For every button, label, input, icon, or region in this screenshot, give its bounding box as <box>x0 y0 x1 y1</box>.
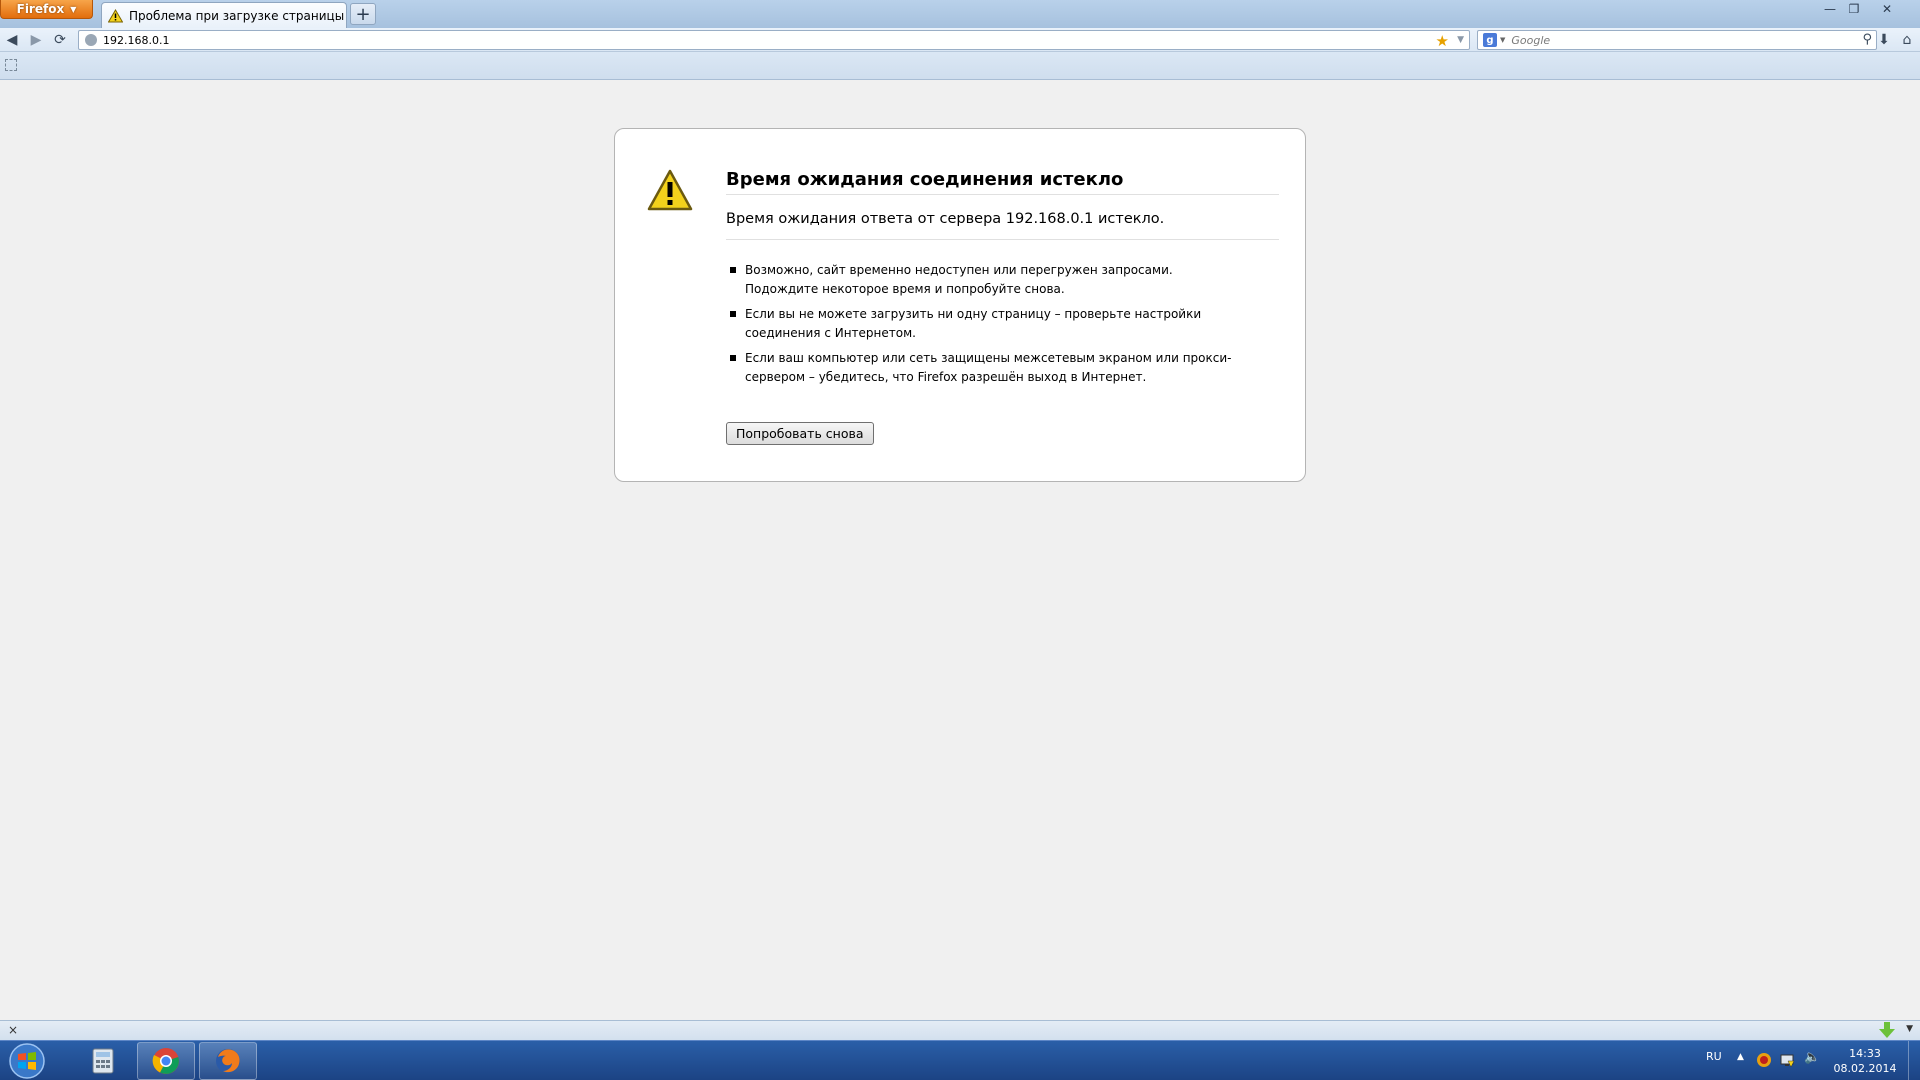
error-suggestions-list: Возможно, сайт временно недоступен или п… <box>726 261 1246 393</box>
new-tab-button[interactable]: + <box>350 3 376 25</box>
windows-start-icon[interactable] <box>7 1042 47 1080</box>
try-again-button[interactable]: Попробовать снова <box>726 422 874 445</box>
search-icon[interactable]: ⚲ <box>1862 32 1872 47</box>
volume-icon[interactable]: 🔈 <box>1804 1050 1820 1066</box>
reload-button[interactable]: ⟳ <box>50 30 70 50</box>
error-title: Время ожидания соединения истекло <box>726 169 1279 195</box>
bookmarks-toolbar <box>0 52 1920 80</box>
minimize-icon[interactable]: — <box>1818 0 1842 18</box>
google-engine-icon[interactable]: g <box>1483 33 1497 47</box>
taskbar-calculator[interactable] <box>80 1042 126 1080</box>
url-history-dropdown-icon[interactable]: ▼ <box>1457 35 1464 45</box>
error-container: Время ожидания соединения истекло Время … <box>614 128 1306 482</box>
restore-icon[interactable]: ❐ <box>1842 0 1866 18</box>
antivirus-tray-icon[interactable] <box>1756 1052 1772 1068</box>
clock-date: 08.02.2014 <box>1833 1062 1897 1075</box>
url-bar[interactable]: 192.168.0.1 ★ ▼ <box>78 30 1470 50</box>
taskbar: RU ▲ 🔈 14:33 08.02.2014 <box>0 1040 1920 1080</box>
network-icon[interactable] <box>1779 1052 1795 1068</box>
tab-current[interactable]: Проблема при загрузке страницы <box>101 2 347 28</box>
download-status-icon[interactable] <box>1878 1020 1896 1040</box>
suggestion-item: Возможно, сайт временно недоступен или п… <box>726 261 1246 299</box>
url-text: 192.168.0.1 <box>103 33 170 47</box>
site-identity-icon[interactable] <box>85 34 97 46</box>
calculator-icon <box>92 1048 114 1074</box>
forward-arrow-icon: ▶ <box>30 32 42 48</box>
download-arrow-icon: ⬇ <box>1878 32 1890 48</box>
back-button[interactable]: ◀ <box>2 30 22 50</box>
close-window-icon[interactable]: ✕ <box>1866 0 1908 18</box>
firefox-icon <box>216 1049 240 1073</box>
bookmarks-placeholder-icon[interactable] <box>5 59 17 71</box>
back-arrow-icon: ◀ <box>6 32 18 48</box>
warning-icon <box>647 169 693 211</box>
error-description: Время ожидания ответа от сервера 192.168… <box>726 211 1279 240</box>
downloads-button[interactable]: ⬇ <box>1874 30 1894 50</box>
navigation-bar: ◀ ▶ ⟳ 192.168.0.1 ★ ▼ g ▼ Google ⚲ ⬇ ⌂ <box>0 28 1920 52</box>
search-bar[interactable]: g ▼ Google ⚲ <box>1477 30 1877 50</box>
chrome-icon <box>152 1048 179 1074</box>
page-content: Время ожидания соединения истекло Время … <box>0 80 1920 1020</box>
clock-time: 14:33 <box>1849 1047 1881 1060</box>
addon-bar: × ▼ <box>0 1020 1920 1040</box>
forward-button[interactable]: ▶ <box>26 30 46 50</box>
taskbar-firefox[interactable] <box>199 1042 257 1080</box>
input-language[interactable]: RU <box>1706 1050 1722 1063</box>
title-bar: Firefox ▼ Проблема при загрузке страницы… <box>0 0 1920 28</box>
reload-icon: ⟳ <box>54 32 66 48</box>
chevron-down-icon: ▼ <box>70 4 77 14</box>
engine-dropdown-icon[interactable]: ▼ <box>1500 36 1505 44</box>
home-icon: ⌂ <box>1902 32 1912 48</box>
firefox-menu-label: Firefox <box>16 2 65 16</box>
tab-title: Проблема при загрузке страницы <box>129 8 345 23</box>
home-button[interactable]: ⌂ <box>1897 30 1917 50</box>
clock[interactable]: 14:33 08.02.2014 <box>1830 1046 1900 1076</box>
taskbar-chrome[interactable] <box>137 1042 195 1080</box>
window-controls: — ❐ ✕ <box>1818 0 1908 18</box>
firefox-menu-button[interactable]: Firefox ▼ <box>0 0 93 19</box>
suggestion-item: Если ваш компьютер или сеть защищены меж… <box>726 349 1246 387</box>
suggestion-item: Если вы не можете загрузить ни одну стра… <box>726 305 1246 343</box>
close-addon-bar-icon[interactable]: × <box>8 1023 18 1037</box>
show-desktop-button[interactable] <box>1908 1041 1920 1080</box>
warning-icon <box>108 8 123 22</box>
tray-expand-icon[interactable]: ▲ <box>1737 1052 1744 1062</box>
search-placeholder: Google <box>1511 33 1551 47</box>
addon-bar-dropdown-icon[interactable]: ▼ <box>1906 1024 1913 1034</box>
bookmark-star-icon[interactable]: ★ <box>1436 32 1449 50</box>
